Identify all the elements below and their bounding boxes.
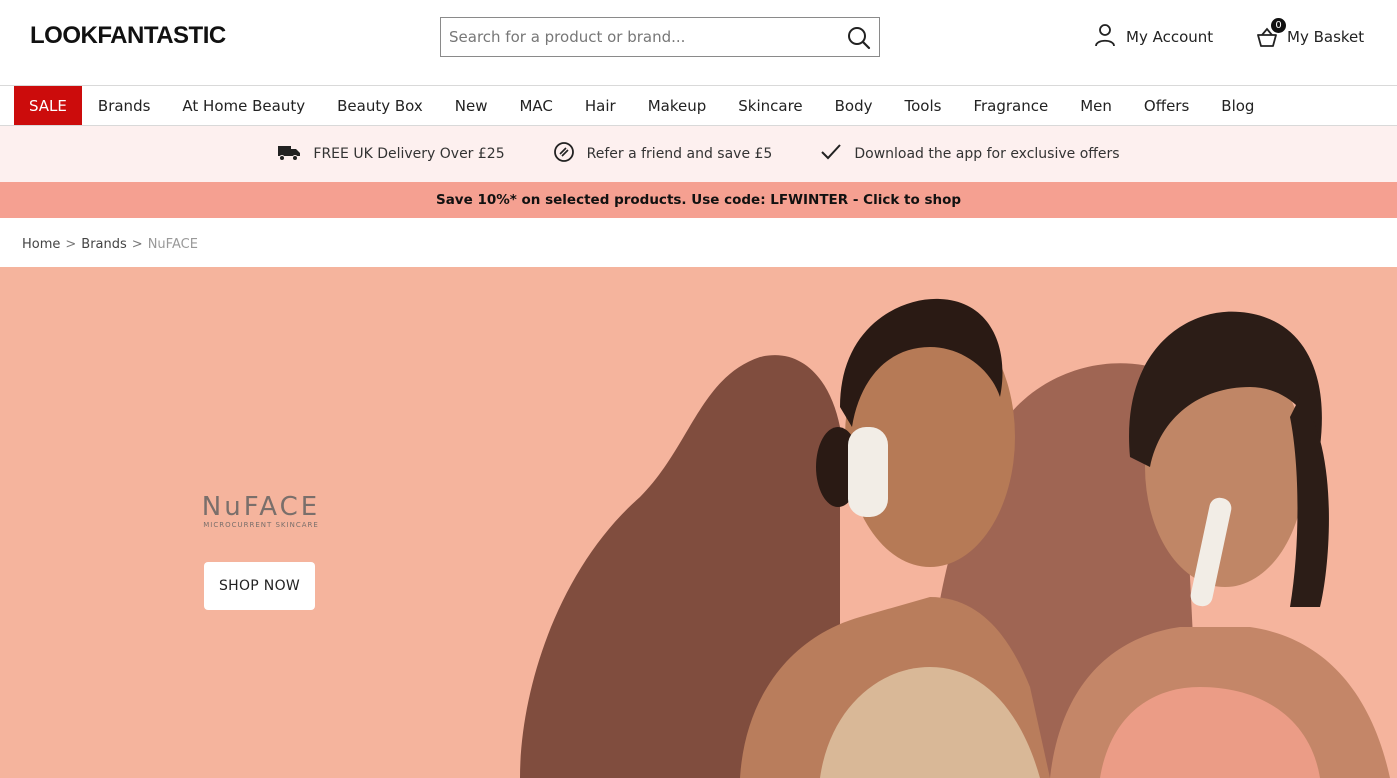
usp-bar: FREE UK Delivery Over £25 Refer a friend… — [0, 126, 1397, 182]
search-icon[interactable] — [845, 24, 873, 52]
promo-banner[interactable]: Save 10%* on selected products. Use code… — [0, 182, 1397, 218]
my-account-label: My Account — [1126, 28, 1214, 46]
my-basket-label: My Basket — [1287, 28, 1365, 46]
nav-item-makeup[interactable]: Makeup — [632, 86, 723, 125]
nav-item-brands[interactable]: Brands — [82, 86, 167, 125]
my-account-link[interactable]: My Account — [1094, 24, 1213, 50]
shop-now-button[interactable]: SHOP NOW — [204, 562, 315, 610]
brand-logo-tagline: MICROCURRENT SKINCARE — [203, 521, 319, 529]
basket-icon: 0 — [1256, 18, 1286, 48]
basket-count-badge: 0 — [1271, 18, 1286, 33]
promo-text: Save 10%* on selected products. Use code… — [435, 192, 962, 208]
nav-item-beauty-box[interactable]: Beauty Box — [321, 86, 439, 125]
usp-refer-text: Refer a friend and save £5 — [586, 146, 773, 162]
breadcrumb-home[interactable]: Home — [22, 237, 60, 252]
breadcrumb-current: NuFACE — [147, 237, 198, 252]
usp-app-text: Download the app for exclusive offers — [854, 146, 1120, 162]
usp-app[interactable]: Download the app for exclusive offers — [820, 143, 1120, 165]
nav-item-body[interactable]: Body — [819, 86, 889, 125]
refer-icon — [553, 141, 575, 167]
search-bar — [440, 17, 880, 57]
breadcrumb: Home > Brands > NuFACE — [22, 237, 198, 252]
nav-item-fragrance[interactable]: Fragrance — [957, 86, 1064, 125]
nav-item-tools[interactable]: Tools — [889, 86, 958, 125]
nav-item-sale[interactable]: SALE — [14, 86, 82, 125]
nav-item-men[interactable]: Men — [1064, 86, 1128, 125]
main-navigation: SALE Brands At Home Beauty Beauty Box Ne… — [0, 86, 1397, 126]
nav-item-offers[interactable]: Offers — [1128, 86, 1205, 125]
site-logo[interactable]: LOOKFANTASTIC — [30, 22, 226, 50]
usp-refer[interactable]: Refer a friend and save £5 — [553, 141, 773, 167]
nav-item-skincare[interactable]: Skincare — [722, 86, 818, 125]
brand-logo-name: NuFACE — [201, 492, 321, 522]
truck-icon — [277, 142, 301, 166]
user-icon — [1094, 23, 1116, 51]
nuface-logo: NuFACE MICROCURRENT SKINCARE — [194, 493, 328, 530]
nav-item-blog[interactable]: Blog — [1205, 86, 1270, 125]
search-input[interactable] — [441, 18, 836, 56]
checkmark-icon — [820, 143, 842, 165]
usp-delivery-text: FREE UK Delivery Over £25 — [313, 146, 505, 162]
hero-banner[interactable]: NuFACE MICROCURRENT SKINCARE SHOP NOW — [0, 267, 1397, 778]
usp-delivery[interactable]: FREE UK Delivery Over £25 — [277, 142, 505, 166]
site-header: LOOKFANTASTIC My Account 0 My Basket — [0, 0, 1397, 86]
nav-item-at-home-beauty[interactable]: At Home Beauty — [166, 86, 321, 125]
breadcrumb-separator: > — [131, 237, 143, 252]
my-basket-link[interactable]: 0 My Basket — [1256, 18, 1365, 50]
breadcrumb-brands[interactable]: Brands — [81, 237, 127, 252]
nav-item-mac[interactable]: MAC — [503, 86, 568, 125]
nav-item-new[interactable]: New — [439, 86, 504, 125]
breadcrumb-separator: > — [65, 237, 77, 252]
nav-item-hair[interactable]: Hair — [569, 86, 632, 125]
